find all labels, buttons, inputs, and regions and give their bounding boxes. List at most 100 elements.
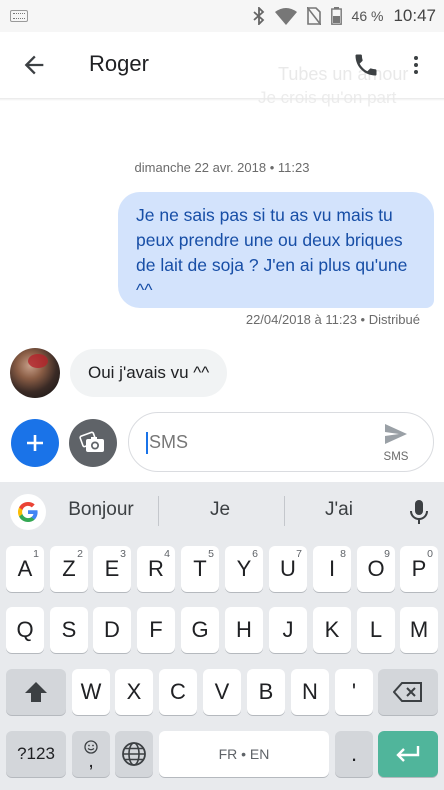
key-h[interactable]: H (225, 607, 263, 653)
more-vert-icon[interactable] (404, 51, 428, 79)
key-r[interactable]: R4 (137, 546, 175, 592)
battery-percentage: 46 % (351, 8, 384, 24)
key-y[interactable]: Y6 (225, 546, 263, 592)
key-t[interactable]: T5 (181, 546, 219, 592)
comma-label: , (88, 750, 94, 772)
google-search-button[interactable] (10, 494, 46, 530)
enter-key[interactable] (378, 731, 438, 777)
key-label: A (17, 556, 33, 581)
camera-gallery-button[interactable] (69, 419, 117, 467)
key-label: U (280, 556, 296, 581)
key-w[interactable]: W (72, 669, 110, 715)
battery-icon (330, 7, 342, 25)
key-l[interactable]: L (357, 607, 395, 653)
suggestion-1[interactable]: Bonjour (56, 499, 146, 521)
key-hint: 0 (427, 548, 433, 560)
space-key[interactable]: FR • EN (159, 731, 329, 777)
key-b[interactable]: B (247, 669, 285, 715)
key-k[interactable]: K (313, 607, 351, 653)
key-label: R (148, 556, 164, 581)
key-d[interactable]: D (93, 607, 131, 653)
key-hint: 3 (120, 548, 126, 560)
avatar[interactable] (10, 348, 60, 398)
enter-icon (396, 746, 420, 762)
key-hint: 1 (33, 548, 39, 560)
incoming-message-bubble[interactable]: Oui j'avais vu ^^ (70, 349, 228, 397)
app-bar-shadow (0, 98, 444, 101)
key-q[interactable]: Q (6, 607, 44, 653)
send-button[interactable]: SMS (379, 423, 413, 465)
key-label: E (104, 556, 120, 581)
symbols-key[interactable]: ?123 (6, 731, 66, 777)
key-e[interactable]: E3 (93, 546, 131, 592)
key-hint: 9 (384, 548, 390, 560)
period-key[interactable]: . (335, 731, 373, 777)
suggestion-2[interactable]: Je (170, 499, 270, 521)
add-attachment-button[interactable] (11, 419, 59, 467)
key-label: Z (62, 556, 76, 581)
emoji-comma-key[interactable]: , (72, 731, 110, 777)
key-v[interactable]: V (203, 669, 241, 715)
key-hint: 2 (77, 548, 83, 560)
key-hint: 6 (252, 548, 258, 560)
backspace-icon (393, 682, 422, 702)
camera-icon (79, 431, 104, 452)
key-hint: 4 (164, 548, 170, 560)
mic-icon[interactable] (408, 498, 430, 526)
key-p[interactable]: P0 (400, 546, 438, 592)
key-label: O (367, 556, 385, 581)
plus-icon (27, 435, 43, 451)
back-arrow-icon[interactable] (20, 51, 48, 79)
clock: 10:47 (393, 6, 436, 25)
key-hint: 7 (296, 548, 302, 560)
suggestion-3[interactable]: J'ai (296, 499, 382, 521)
key-g[interactable]: G (181, 607, 219, 653)
bluetooth-icon (252, 7, 264, 25)
backspace-key[interactable] (378, 669, 438, 715)
key-m[interactable]: M (400, 607, 438, 653)
no-sim-icon (306, 7, 321, 25)
key-o[interactable]: O9 (357, 546, 395, 592)
key-i[interactable]: I8 (313, 546, 351, 592)
key-apostrophe[interactable]: ' (335, 669, 373, 715)
key-c[interactable]: C (159, 669, 197, 715)
message-compose-field[interactable]: SMS (128, 412, 434, 472)
key-label: P (411, 556, 427, 581)
key-x[interactable]: X (115, 669, 153, 715)
key-f[interactable]: F (137, 607, 175, 653)
sms-input[interactable] (149, 427, 369, 457)
suggestion-divider (158, 496, 159, 526)
key-label: T (193, 556, 207, 581)
suggestion-strip: Bonjour Je J'ai (0, 482, 444, 538)
key-a[interactable]: A1 (6, 546, 44, 592)
send-icon (385, 424, 407, 444)
background-ghost-text: Tubes un amour (278, 64, 409, 84)
key-hint: 5 (208, 548, 214, 560)
language-key[interactable] (115, 731, 153, 777)
wifi-icon (274, 8, 297, 25)
date-separator: dimanche 22 avr. 2018 • 11:23 (134, 160, 310, 175)
contact-name: Roger (89, 51, 149, 76)
key-label: I (328, 556, 336, 581)
send-label: SMS (383, 451, 409, 463)
suggestion-divider (284, 496, 285, 526)
keyboard-icon (10, 10, 28, 22)
message-status: 22/04/2018 à 11:23 • Distribué (245, 312, 420, 327)
key-n[interactable]: N (291, 669, 329, 715)
globe-icon (122, 742, 146, 766)
key-s[interactable]: S (50, 607, 88, 653)
text-cursor (146, 432, 148, 454)
shift-icon (25, 682, 47, 702)
keyboard: Bonjour Je J'ai A1 Z2 E3 R4 T5 Y6 U7 I8 … (0, 482, 444, 790)
phone-icon[interactable] (352, 51, 380, 79)
shift-key[interactable] (6, 669, 66, 715)
key-j[interactable]: J (269, 607, 307, 653)
incoming-message-text: Oui j'avais vu ^^ (88, 363, 210, 382)
google-icon (18, 502, 38, 522)
key-z[interactable]: Z2 (50, 546, 88, 592)
outgoing-message-bubble[interactable]: Je ne sais pas si tu as vu mais tu peux … (118, 192, 434, 308)
status-bar: 46 % 10:47 (0, 0, 444, 32)
key-u[interactable]: U7 (269, 546, 307, 592)
key-label: Y (236, 556, 252, 581)
key-hint: 8 (340, 548, 346, 560)
